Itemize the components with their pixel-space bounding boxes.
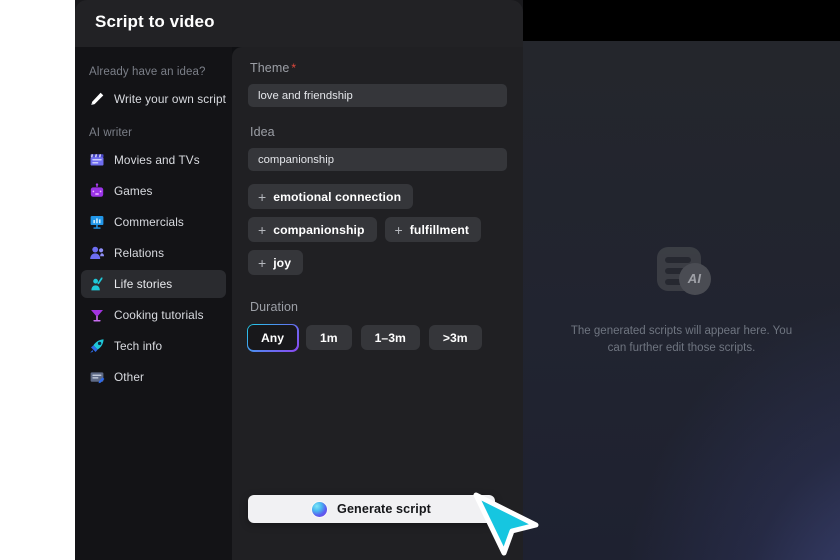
script-to-video-modal: Script to video Already have an idea? Wr… [75, 0, 523, 560]
duration-option-label: >3m [442, 330, 468, 345]
page-title: Script to video [95, 12, 215, 31]
sidebar: Already have an idea? Write your own scr… [75, 47, 232, 560]
sidebar-item-label: Games [114, 184, 153, 198]
suggestion-chip-joy[interactable]: + joy [248, 250, 304, 275]
sidebar-item-label: Cooking tutorials [114, 308, 204, 322]
plus-icon: + [258, 188, 267, 205]
sidebar-item-tech-info[interactable]: Tech info [81, 332, 226, 360]
sidebar-item-movies-and-tvs[interactable]: Movies and TVs [81, 146, 226, 174]
duration-option-1m[interactable]: 1m [306, 325, 352, 350]
sidebar-item-label: Movies and TVs [114, 153, 200, 167]
sidebar-item-label: Tech info [114, 339, 163, 353]
duration-option-label: 1–3m [374, 330, 406, 345]
app-backdrop-top [523, 0, 840, 41]
sidebar-group-label-ai-writer: AI writer [89, 127, 133, 139]
plus-icon: + [258, 254, 267, 271]
modal-header: Script to video [75, 0, 523, 47]
sidebar-item-games[interactable]: Games [81, 177, 226, 205]
sidebar-item-label: Commercials [114, 215, 184, 229]
suggestion-chip-emotional-connection[interactable]: + emotional connection [248, 184, 414, 209]
ai-badge-circle: AI [678, 262, 711, 295]
gamepad-icon [90, 183, 104, 197]
suggestion-chip-label: companionship [273, 222, 365, 237]
theme-input[interactable]: love and friendship [248, 84, 507, 107]
form-panel: Theme * love and friendship Idea companio… [232, 47, 523, 560]
ai-orb-icon [312, 501, 328, 517]
duration-option-label: Any [261, 330, 285, 345]
sidebar-item-cooking-tutorials[interactable]: Cooking tutorials [81, 301, 226, 329]
sidebar-item-label: Other [114, 370, 145, 384]
suggestion-chip-companionship[interactable]: + companionship [248, 217, 377, 242]
idea-input[interactable]: companionship [248, 148, 507, 171]
duration-options: Any 1m 1–3m >3m [246, 323, 507, 352]
duration-option-gt-3m[interactable]: >3m [428, 325, 482, 350]
sidebar-item-life-stories[interactable]: Life stories [81, 270, 226, 298]
idea-suggestions: + emotional connection + companionship +… [248, 184, 507, 275]
theme-label-text: Theme [250, 61, 290, 75]
suggestion-chip-label: fulfillment [409, 222, 470, 237]
idea-label: Idea [250, 125, 275, 139]
preview-pane: AI The generated scripts will appear her… [523, 41, 840, 560]
sidebar-item-other[interactable]: Other [81, 363, 226, 391]
sidebar-item-write-your-own-script[interactable]: Write your own script [81, 85, 226, 113]
generate-script-label: Generate script [337, 502, 431, 516]
required-marker: * [291, 61, 297, 75]
theme-label: Theme * [250, 61, 507, 75]
preview-empty-text: The generated scripts will appear here. … [570, 324, 793, 354]
duration-option-any[interactable]: Any [246, 323, 299, 352]
sidebar-item-relations[interactable]: Relations [81, 239, 226, 267]
screen: AI The generated scripts will appear her… [0, 0, 840, 560]
suggestion-chip-label: emotional connection [273, 189, 402, 204]
ai-document-icon: AI [653, 245, 711, 297]
note-icon [90, 372, 105, 384]
sidebar-item-label: Life stories [114, 277, 173, 291]
generate-script-button[interactable]: Generate script [248, 495, 495, 523]
modal-body: Already have an idea? Write your own scr… [75, 47, 523, 560]
rocket-icon [90, 339, 104, 353]
plus-icon: + [258, 221, 267, 238]
pencil-icon [91, 92, 104, 105]
sidebar-item-label: Relations [114, 246, 165, 260]
duration-option-label: 1m [320, 330, 338, 345]
presentation-icon [90, 216, 104, 229]
plus-icon: + [394, 221, 403, 238]
document-line [664, 256, 691, 263]
duration-option-1-3m[interactable]: 1–3m [360, 325, 420, 350]
preview-empty-state: AI The generated scripts will appear her… [523, 41, 840, 560]
clapperboard-icon [90, 154, 104, 166]
cocktail-icon [91, 310, 103, 322]
duration-label: Duration [250, 300, 299, 314]
sidebar-group-label-idea: Already have an idea? [89, 66, 206, 78]
sidebar-item-label: Write your own script [114, 92, 227, 106]
suggestion-chip-label: joy [273, 255, 292, 270]
person-wave-icon [91, 277, 103, 291]
suggestion-chip-fulfillment[interactable]: + fulfillment [384, 217, 482, 242]
sidebar-item-commercials[interactable]: Commercials [81, 208, 226, 236]
people-icon [90, 246, 104, 259]
